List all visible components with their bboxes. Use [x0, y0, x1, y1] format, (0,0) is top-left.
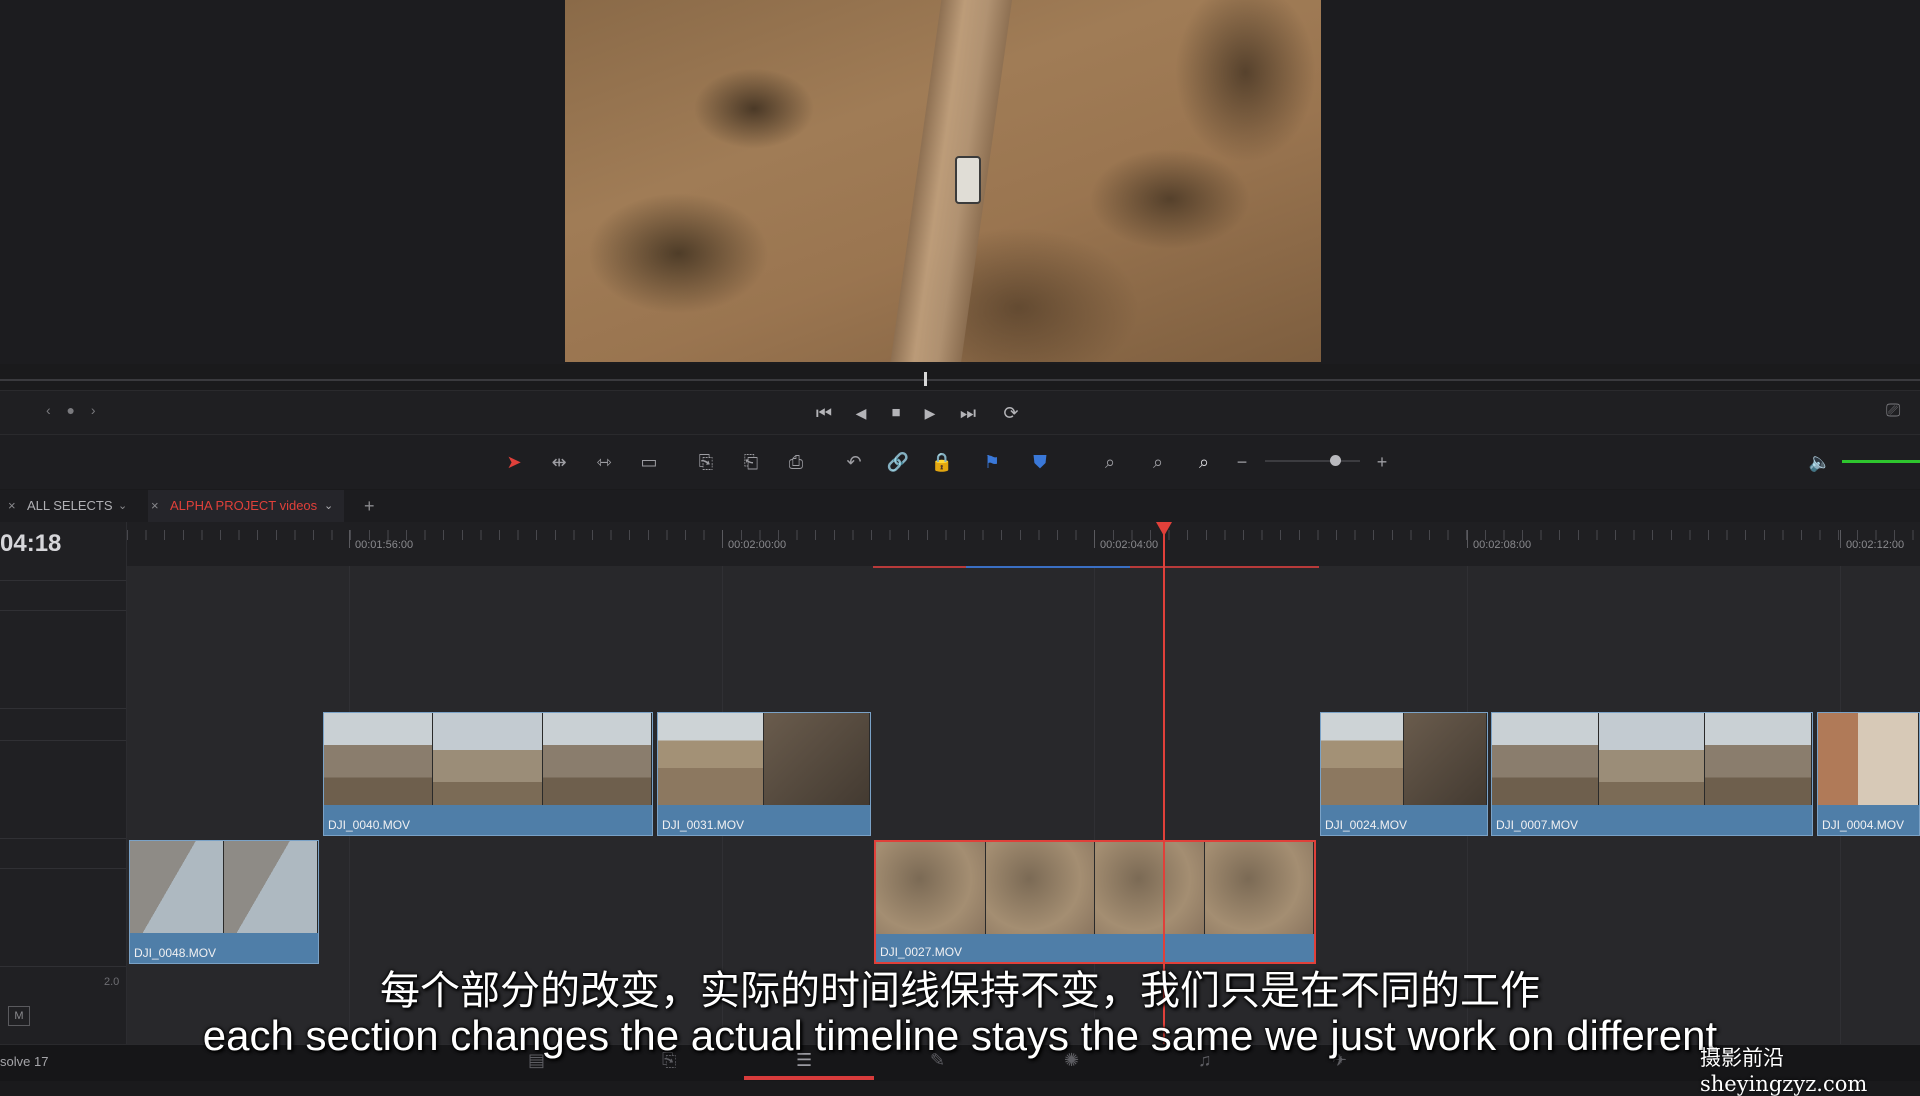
- volume-icon[interactable]: 🔈: [1802, 435, 1838, 489]
- clip-dji-0007[interactable]: DJI_0007.MOV: [1491, 712, 1813, 836]
- zoom-out-icon[interactable]: −: [1224, 435, 1260, 489]
- add-tab-icon[interactable]: +: [364, 490, 375, 522]
- clip-dji-0027-selected[interactable]: DJI_0027.MOV: [874, 840, 1316, 964]
- step-back-icon[interactable]: ◀: [845, 391, 877, 435]
- tab-all-selects[interactable]: ALL SELECTS: [27, 490, 113, 522]
- blade-tool-icon[interactable]: ▭: [631, 435, 667, 489]
- flag-icon[interactable]: ⚑: [974, 435, 1010, 489]
- clip-label: DJI_0007.MOV: [1496, 818, 1579, 832]
- track-divider: [0, 580, 126, 581]
- ruler-major-tick: [722, 530, 723, 548]
- cached-range-bar: [966, 566, 1130, 568]
- replace-clip-icon[interactable]: ⎙: [778, 435, 814, 489]
- clip-thumbnails: [658, 713, 870, 805]
- ruler-major-tick: [1467, 530, 1468, 548]
- go-to-start-icon[interactable]: ⏮: [808, 391, 840, 435]
- clip-label: DJI_0031.MOV: [662, 818, 745, 832]
- playhead-handle[interactable]: [1156, 522, 1172, 536]
- ruler-major-tick: [349, 530, 350, 548]
- close-icon[interactable]: ×: [151, 490, 159, 522]
- ruler-timecode: 00:02:08:00: [1473, 539, 1532, 551]
- viewer-options-icon[interactable]: ⎚: [1886, 400, 1900, 421]
- snapping-icon[interactable]: ↶: [836, 435, 872, 489]
- track-divider: [0, 708, 126, 709]
- watermark: 摄影前沿 sheyingzyz.com: [1700, 1046, 1868, 1096]
- trim-tool-icon[interactable]: ⇹: [541, 435, 577, 489]
- clip-dji-0004[interactable]: DJI_0004.MOV: [1817, 712, 1920, 836]
- zoom-detail-icon[interactable]: ⌕: [1140, 435, 1176, 489]
- edit-toolbar: ➤ ⇹ ⇿ ▭ ⎘ ⎗ ⎙ ↶ 🔗 🔒 ⚑ ⛊ ⌕ ⌕ ⌕ − + 🔈: [0, 434, 1920, 489]
- timeline-timecode: 04:18: [0, 530, 62, 557]
- track-divider: [0, 838, 126, 839]
- ruler-timecode: 00:02:00:00: [728, 539, 787, 551]
- clip-label: DJI_0024.MOV: [1325, 818, 1408, 832]
- track-divider: [0, 740, 126, 741]
- ruler-timecode: 00:02:04:00: [1100, 539, 1159, 551]
- subtitle-english: each section changes the actual timeline…: [202, 1012, 1718, 1059]
- clip-thumbnails: [876, 842, 1314, 934]
- active-page-indicator: [744, 1076, 874, 1080]
- clip-dji-0024[interactable]: DJI_0024.MOV: [1320, 712, 1488, 836]
- track-divider: [0, 868, 126, 869]
- viewer-playhead[interactable]: [924, 372, 927, 386]
- track-divider: [0, 610, 126, 611]
- insert-clip-icon[interactable]: ⎘: [688, 435, 724, 489]
- zoom-slider-knob[interactable]: [1330, 455, 1341, 466]
- ruler-timecode: 00:01:56:00: [355, 539, 414, 551]
- marker-icon[interactable]: ⛊: [1022, 435, 1058, 489]
- chevron-down-icon[interactable]: ⌄: [118, 490, 127, 522]
- clip-thumbnails: [1818, 713, 1919, 805]
- clip-thumbnails: [324, 713, 652, 805]
- tab-alpha-project-videos[interactable]: ALPHA PROJECT videos: [170, 490, 317, 522]
- clip-label: DJI_0040.MOV: [328, 818, 411, 832]
- video-vehicle: [955, 156, 981, 204]
- volume-slider[interactable]: [1842, 460, 1920, 463]
- zoom-in-icon[interactable]: +: [1364, 435, 1400, 489]
- ruler-major-tick: [1094, 530, 1095, 548]
- clip-dji-0048[interactable]: DJI_0048.MOV: [129, 840, 319, 964]
- clip-thumbnails: [130, 841, 318, 933]
- play-icon[interactable]: ▶: [914, 391, 946, 435]
- go-to-end-icon[interactable]: ⏭: [952, 391, 984, 435]
- viewer-scrubber[interactable]: [0, 379, 1920, 381]
- selection-tool-icon[interactable]: ➤: [496, 435, 532, 489]
- clip-label: DJI_0004.MOV: [1822, 818, 1905, 832]
- clip-label: DJI_0027.MOV: [880, 945, 963, 959]
- ruler-timecode: 00:02:12:00: [1846, 539, 1905, 551]
- chevron-down-icon[interactable]: ⌄: [324, 490, 333, 522]
- video-preview[interactable]: [565, 0, 1321, 362]
- subtitle-chinese: 每个部分的改变，实际的时间线保持不变，我们只是在不同的工作: [380, 969, 1540, 1013]
- ruler-major-tick: [1840, 530, 1841, 548]
- lock-icon[interactable]: 🔒: [924, 435, 960, 489]
- timeline-tabs: × ALL SELECTS ⌄ × ALPHA PROJECT videos ⌄…: [0, 490, 1920, 523]
- close-icon[interactable]: ×: [8, 490, 16, 522]
- loop-icon[interactable]: ⟳: [995, 391, 1027, 435]
- clip-dji-0040[interactable]: DJI_0040.MOV: [323, 712, 653, 836]
- clip-thumbnails: [1492, 713, 1812, 805]
- transport-bar: ⏮ ◀ ■ ▶ ⏭ ⟳: [0, 390, 1920, 435]
- dynamic-trim-icon[interactable]: ⇿: [586, 435, 622, 489]
- zoom-custom-icon[interactable]: ⌕: [1186, 435, 1222, 489]
- stop-icon[interactable]: ■: [880, 391, 912, 435]
- video-road: [886, 0, 1014, 362]
- clip-thumbnails: [1321, 713, 1487, 805]
- zoom-full-icon[interactable]: ⌕: [1092, 435, 1128, 489]
- overwrite-clip-icon[interactable]: ⎗: [733, 435, 769, 489]
- clip-dji-0031[interactable]: DJI_0031.MOV: [657, 712, 871, 836]
- link-icon[interactable]: 🔗: [880, 435, 916, 489]
- zoom-slider[interactable]: [1265, 460, 1360, 462]
- viewer-nav-icon[interactable]: ‹ ● ›: [46, 402, 102, 418]
